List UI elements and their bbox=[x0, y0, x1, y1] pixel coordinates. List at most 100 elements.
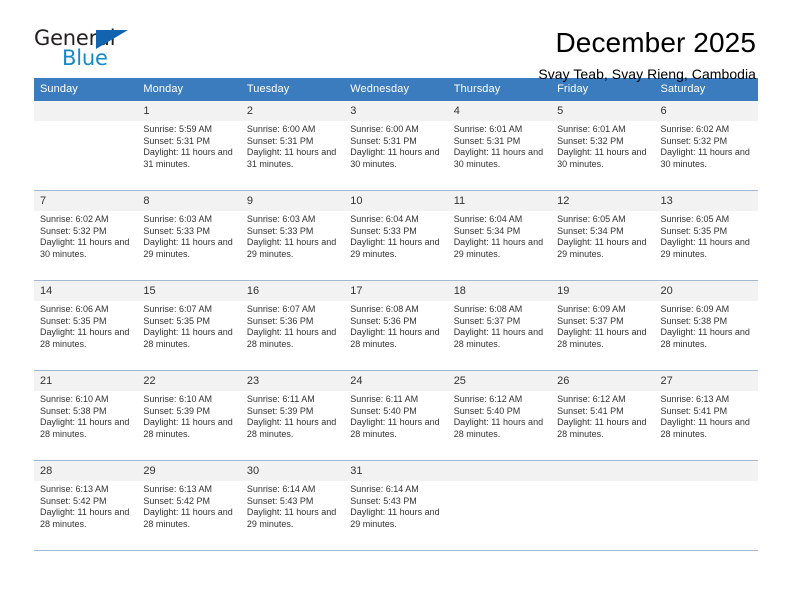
calendar-day-cell[interactable]: 2 Sunrise: 6:00 AM Sunset: 5:31 PM Daylight… bbox=[240, 101, 345, 191]
day-sun-info: Sunrise: 5:59 AM Sunset: 5:31 PM Daylight:… bbox=[137, 121, 240, 170]
sunset-text: Sunset: 5:37 PM bbox=[557, 315, 624, 326]
calendar-day-cell[interactable]: 8 Sunrise: 6:03 AM Sunset: 5:33 PM Daylight… bbox=[137, 191, 241, 281]
day-sun-info: Sunrise: 6:10 AM Sunset: 5:39 PM Daylight:… bbox=[137, 391, 240, 440]
sunset-text: Sunset: 5:42 PM bbox=[40, 495, 107, 506]
calendar-day-cell[interactable]: 6 Sunrise: 6:02 AM Sunset: 5:32 PM Daylight… bbox=[654, 101, 758, 191]
sunset-text: Sunset: 5:39 PM bbox=[246, 405, 314, 416]
calendar-day-cell[interactable]: 7 Sunrise: 6:02 AM Sunset: 5:32 PM Daylight… bbox=[34, 191, 138, 281]
day-sun-info: Sunrise: 6:02 AM Sunset: 5:32 PM Daylight:… bbox=[655, 121, 758, 170]
day-sun-info: Sunrise: 6:04 AM Sunset: 5:33 PM Daylight:… bbox=[344, 211, 447, 260]
calendar-day-cell[interactable]: 25 Sunrise: 6:12 AM Sunset: 5:40 PM Dayligh… bbox=[447, 371, 552, 461]
sunset-text: Sunset: 5:42 PM bbox=[143, 495, 210, 506]
day-cell-inner: 27 Sunrise: 6:13 AM Sunset: 5:41 PM Dayligh… bbox=[654, 371, 758, 461]
sunrise-text: Sunrise: 6:09 AM bbox=[660, 304, 730, 314]
calendar-page: General Blue December 2025 Svay Teab, Sv… bbox=[0, 0, 792, 612]
calendar-day-cell[interactable]: 3 Sunrise: 6:00 AM Sunset: 5:31 PM Daylight… bbox=[344, 101, 448, 191]
day-sun-info: Sunrise: 6:13 AM Sunset: 5:42 PM Daylight:… bbox=[137, 481, 240, 530]
sunrise-text: Sunrise: 6:08 AM bbox=[350, 304, 419, 314]
logo-text-blue: Blue bbox=[62, 46, 108, 70]
day-number: 25 bbox=[447, 371, 552, 391]
title-block: December 2025 Svay Teab, Svay Rieng, Cam… bbox=[538, 26, 756, 84]
day-cell-inner bbox=[34, 101, 138, 191]
sunset-text: Sunset: 5:36 PM bbox=[350, 315, 417, 326]
day-number: 8 bbox=[137, 191, 241, 211]
calendar-day-cell[interactable]: 19 Sunrise: 6:09 AM Sunset: 5:37 PM Dayligh… bbox=[551, 281, 655, 371]
day-sun-info: Sunrise: 6:02 AM Sunset: 5:32 PM Daylight:… bbox=[34, 211, 137, 260]
calendar-day-cell[interactable]: 28 Sunrise: 6:13 AM Sunset: 5:42 PM Dayligh… bbox=[34, 461, 138, 551]
day-cell-inner: 5 Sunrise: 6:01 AM Sunset: 5:32 PM Daylight… bbox=[551, 101, 655, 191]
sunrise-text: Sunrise: 6:02 AM bbox=[40, 214, 109, 224]
calendar-day-cell[interactable]: 9 Sunrise: 6:03 AM Sunset: 5:33 PM Daylight… bbox=[240, 191, 345, 281]
sunrise-text: Sunrise: 6:10 AM bbox=[143, 394, 212, 404]
day-sun-info: Sunrise: 6:03 AM Sunset: 5:33 PM Daylight:… bbox=[241, 211, 344, 260]
day-sun-info: Sunrise: 6:13 AM Sunset: 5:41 PM Daylight:… bbox=[655, 391, 758, 440]
calendar-day-cell[interactable]: 4 Sunrise: 6:01 AM Sunset: 5:31 PM Daylight… bbox=[447, 101, 552, 191]
calendar-day-cell[interactable]: 20 Sunrise: 6:09 AM Sunset: 5:38 PM Dayligh… bbox=[654, 281, 758, 371]
day-number: 24 bbox=[344, 371, 448, 391]
calendar-day-cell[interactable]: 18 Sunrise: 6:08 AM Sunset: 5:37 PM Dayligh… bbox=[447, 281, 552, 371]
day-number bbox=[447, 461, 552, 481]
calendar-day-cell[interactable]: 13 Sunrise: 6:05 AM Sunset: 5:35 PM Dayligh… bbox=[654, 191, 758, 281]
day-number: 4 bbox=[447, 101, 552, 121]
day-cell-inner: 10 Sunrise: 6:04 AM Sunset: 5:33 PM Dayligh… bbox=[344, 191, 448, 281]
weekday-header-tuesday: Tuesday bbox=[240, 78, 345, 101]
sunset-text: Sunset: 5:32 PM bbox=[660, 135, 728, 146]
day-number: 1 bbox=[137, 101, 241, 121]
day-sun-info: Sunrise: 6:03 AM Sunset: 5:33 PM Daylight:… bbox=[137, 211, 240, 260]
sunset-text: Sunset: 5:40 PM bbox=[350, 405, 417, 416]
daylight-text: Daylight: 11 hours and 28 minutes. bbox=[40, 327, 130, 349]
sunset-text: Sunset: 5:31 PM bbox=[350, 135, 417, 146]
day-number: 27 bbox=[654, 371, 758, 391]
sunset-text: Sunset: 5:35 PM bbox=[660, 225, 728, 236]
weekday-header-wednesday: Wednesday bbox=[344, 78, 448, 101]
calendar-day-cell[interactable]: 10 Sunrise: 6:04 AM Sunset: 5:33 PM Dayligh… bbox=[344, 191, 448, 281]
day-sun-info: Sunrise: 6:01 AM Sunset: 5:31 PM Daylight:… bbox=[448, 121, 551, 170]
calendar-day-cell[interactable]: 29 Sunrise: 6:13 AM Sunset: 5:42 PM Dayligh… bbox=[137, 461, 241, 551]
calendar-day-cell[interactable]: 23 Sunrise: 6:11 AM Sunset: 5:39 PM Dayligh… bbox=[240, 371, 345, 461]
daylight-text: Daylight: 11 hours and 29 minutes. bbox=[246, 237, 337, 259]
day-cell-inner: 20 Sunrise: 6:09 AM Sunset: 5:38 PM Dayligh… bbox=[654, 281, 758, 371]
sunset-text: Sunset: 5:33 PM bbox=[246, 225, 314, 236]
daylight-text: Daylight: 11 hours and 28 minutes. bbox=[143, 327, 233, 349]
calendar-day-cell[interactable]: 11 Sunrise: 6:04 AM Sunset: 5:34 PM Dayligh… bbox=[447, 191, 552, 281]
general-blue-logo[interactable]: General Blue bbox=[34, 26, 154, 76]
calendar-day-cell[interactable]: 17 Sunrise: 6:08 AM Sunset: 5:36 PM Dayligh… bbox=[344, 281, 448, 371]
calendar-day-cell[interactable]: 31 Sunrise: 6:14 AM Sunset: 5:43 PM Dayligh… bbox=[344, 461, 448, 551]
calendar-day-cell[interactable]: 22 Sunrise: 6:10 AM Sunset: 5:39 PM Dayligh… bbox=[137, 371, 241, 461]
day-cell-inner: 11 Sunrise: 6:04 AM Sunset: 5:34 PM Dayligh… bbox=[447, 191, 552, 281]
calendar-day-cell[interactable]: 24 Sunrise: 6:11 AM Sunset: 5:40 PM Dayligh… bbox=[344, 371, 448, 461]
day-sun-info: Sunrise: 6:04 AM Sunset: 5:34 PM Daylight:… bbox=[448, 211, 551, 260]
day-cell-inner: 28 Sunrise: 6:13 AM Sunset: 5:42 PM Dayligh… bbox=[34, 461, 138, 551]
day-cell-inner: 14 Sunrise: 6:06 AM Sunset: 5:35 PM Dayligh… bbox=[34, 281, 138, 371]
sunrise-text: Sunrise: 6:10 AM bbox=[40, 394, 109, 404]
day-number: 5 bbox=[551, 101, 655, 121]
calendar-day-cell[interactable]: 5 Sunrise: 6:01 AM Sunset: 5:32 PM Daylight… bbox=[551, 101, 655, 191]
day-cell-inner bbox=[654, 461, 758, 551]
sunset-text: Sunset: 5:33 PM bbox=[350, 225, 417, 236]
sunset-text: Sunset: 5:41 PM bbox=[660, 405, 728, 416]
day-number: 17 bbox=[344, 281, 448, 301]
calendar-day-cell[interactable]: 27 Sunrise: 6:13 AM Sunset: 5:41 PM Dayligh… bbox=[654, 371, 758, 461]
day-cell-inner: 26 Sunrise: 6:12 AM Sunset: 5:41 PM Dayligh… bbox=[551, 371, 655, 461]
calendar-day-cell[interactable]: 26 Sunrise: 6:12 AM Sunset: 5:41 PM Dayligh… bbox=[551, 371, 655, 461]
day-number: 31 bbox=[344, 461, 448, 481]
day-cell-inner: 23 Sunrise: 6:11 AM Sunset: 5:39 PM Dayligh… bbox=[240, 371, 345, 461]
calendar-day-cell[interactable]: 15 Sunrise: 6:07 AM Sunset: 5:35 PM Dayligh… bbox=[137, 281, 241, 371]
sunrise-sunset-calendar: Sunday Monday Tuesday Wednesday Thursday Frid… bbox=[34, 78, 758, 551]
calendar-day-cell[interactable]: 21 Sunrise: 6:10 AM Sunset: 5:38 PM Dayligh… bbox=[34, 371, 138, 461]
sunrise-text: Sunrise: 6:03 AM bbox=[143, 214, 212, 224]
day-number: 13 bbox=[654, 191, 758, 211]
calendar-day-cell[interactable]: 16 Sunrise: 6:07 AM Sunset: 5:36 PM Dayligh… bbox=[240, 281, 345, 371]
day-sun-info: Sunrise: 6:08 AM Sunset: 5:37 PM Daylight:… bbox=[448, 301, 551, 350]
day-cell-inner: 8 Sunrise: 6:03 AM Sunset: 5:33 PM Daylight… bbox=[137, 191, 241, 281]
sunrise-text: Sunrise: 6:03 AM bbox=[246, 214, 316, 224]
day-sun-info: Sunrise: 6:09 AM Sunset: 5:38 PM Daylight:… bbox=[655, 301, 758, 350]
sunset-text: Sunset: 5:31 PM bbox=[143, 135, 210, 146]
calendar-day-cell[interactable]: 30 Sunrise: 6:14 AM Sunset: 5:43 PM Dayligh… bbox=[240, 461, 345, 551]
calendar-day-cell[interactable]: 12 Sunrise: 6:05 AM Sunset: 5:34 PM Dayligh… bbox=[551, 191, 655, 281]
day-sun-info: Sunrise: 6:12 AM Sunset: 5:40 PM Daylight:… bbox=[448, 391, 551, 440]
weekday-header-monday: Monday bbox=[137, 78, 241, 101]
calendar-day-cell[interactable]: 14 Sunrise: 6:06 AM Sunset: 5:35 PM Dayligh… bbox=[34, 281, 138, 371]
day-cell-inner: 24 Sunrise: 6:11 AM Sunset: 5:40 PM Dayligh… bbox=[344, 371, 448, 461]
calendar-day-cell[interactable]: 1 Sunrise: 5:59 AM Sunset: 5:31 PM Daylight… bbox=[137, 101, 241, 191]
